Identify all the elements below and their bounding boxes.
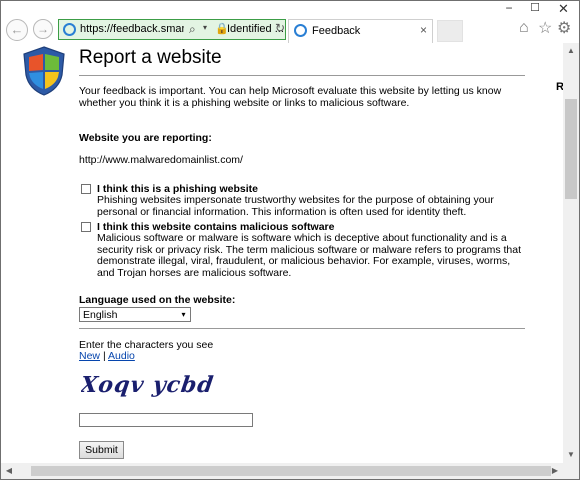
browser-window: ← → https://feedback.smartscre... ⌕ ▾ 🔒 … bbox=[0, 0, 580, 480]
new-tab-button[interactable] bbox=[437, 20, 463, 42]
maximize-button[interactable]: ☐ bbox=[522, 1, 548, 18]
forward-button[interactable]: → bbox=[33, 19, 53, 39]
language-select[interactable]: English ▾ bbox=[79, 307, 191, 322]
vertical-scroll-thumb[interactable] bbox=[565, 99, 577, 199]
malware-checkbox[interactable] bbox=[81, 222, 91, 232]
phishing-description: Phishing websites impersonate trustworth… bbox=[97, 194, 494, 218]
malware-description: Malicious software or malware is softwar… bbox=[97, 232, 522, 279]
tab-close-icon[interactable]: × bbox=[420, 23, 427, 37]
address-dropdown-icon[interactable]: ▾ bbox=[203, 23, 207, 32]
minimize-button[interactable]: − bbox=[496, 1, 522, 18]
home-icon[interactable]: ⌂ bbox=[519, 19, 529, 37]
address-bar[interactable]: https://feedback.smartscre... ⌕ ▾ 🔒 Iden… bbox=[58, 19, 286, 40]
title-divider bbox=[79, 75, 525, 76]
submit-button[interactable]: Submit bbox=[79, 441, 124, 459]
horizontal-scrollbar[interactable]: ◀ ▶ bbox=[1, 463, 563, 479]
scroll-down-icon[interactable]: ▼ bbox=[563, 447, 579, 462]
tab-feedback[interactable]: Feedback × bbox=[288, 19, 433, 43]
phishing-checkbox[interactable] bbox=[81, 184, 91, 194]
captcha-links: New | Audio bbox=[79, 350, 135, 362]
scroll-right-icon[interactable]: ▶ bbox=[547, 463, 563, 479]
tab-favicon-icon bbox=[294, 24, 307, 37]
intro-text: Your feedback is important. You can help… bbox=[79, 85, 502, 109]
scroll-left-icon[interactable]: ◀ bbox=[1, 463, 17, 479]
reporting-url: http://www.malwaredomainlist.com/ bbox=[79, 154, 243, 166]
windows-shield-icon bbox=[23, 46, 65, 96]
page-title: Report a website bbox=[79, 47, 222, 68]
browser-chrome: ← → https://feedback.smartscre... ⌕ ▾ 🔒 … bbox=[1, 1, 579, 43]
captcha-image: Xoqv ycbd bbox=[81, 372, 216, 398]
section-divider bbox=[79, 328, 525, 329]
address-url[interactable]: https://feedback.smartscre... bbox=[80, 23, 184, 35]
captcha-new-link[interactable]: New bbox=[79, 350, 100, 362]
back-button[interactable]: ← bbox=[6, 19, 28, 41]
window-close-button[interactable]: ✕ bbox=[548, 1, 579, 18]
captcha-link-separator: | bbox=[102, 350, 106, 362]
language-selected-value: English bbox=[83, 309, 118, 321]
captcha-audio-link[interactable]: Audio bbox=[108, 350, 135, 362]
horizontal-scroll-thumb[interactable] bbox=[31, 466, 551, 476]
tab-title: Feedback bbox=[312, 25, 361, 37]
scroll-up-icon[interactable]: ▲ bbox=[563, 43, 579, 58]
scrollbar-corner bbox=[563, 463, 579, 479]
reporting-label: Website you are reporting: bbox=[79, 132, 212, 144]
page-content: Report a website Your feedback is import… bbox=[1, 43, 563, 463]
language-label: Language used on the website: bbox=[79, 294, 236, 306]
captcha-input[interactable] bbox=[79, 413, 253, 427]
chevron-down-icon[interactable]: ▾ bbox=[177, 308, 190, 321]
ie-favicon-icon bbox=[63, 23, 76, 36]
back-arrow-icon: ← bbox=[10, 22, 24, 37]
search-icon[interactable]: ⌕ bbox=[189, 22, 196, 37]
forward-arrow-icon: → bbox=[37, 22, 49, 36]
refresh-icon[interactable]: ↻ bbox=[275, 21, 285, 35]
settings-gear-icon[interactable]: ⚙ bbox=[557, 18, 571, 38]
captcha-text: Xoqv ycbd bbox=[81, 372, 216, 398]
vertical-scrollbar[interactable]: ▲ ▼ bbox=[563, 43, 579, 463]
favorites-star-icon[interactable]: ☆ bbox=[538, 18, 552, 38]
